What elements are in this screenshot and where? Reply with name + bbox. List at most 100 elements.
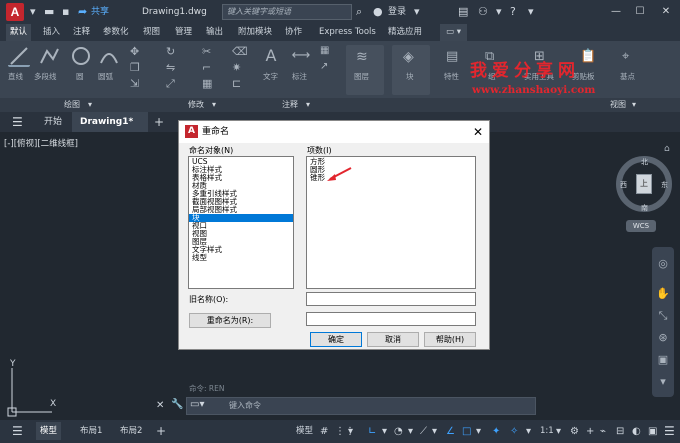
polar-icon[interactable]: ◔ [394, 420, 403, 443]
command-close-icon[interactable]: ✕ [156, 400, 164, 411]
ok-button[interactable]: 确定 [310, 332, 362, 347]
circle-tool-icon[interactable] [70, 45, 92, 67]
close-window-icon[interactable]: ✕ [654, 0, 678, 24]
group-draw-dropdown-icon[interactable]: ▾ [88, 98, 92, 112]
ribbon-toggle-icon[interactable]: ▭ ▾ [440, 24, 467, 41]
polar-dropdown-icon[interactable]: ▾ [408, 420, 413, 443]
login-label[interactable]: 登录 [388, 0, 406, 24]
tab-layout2[interactable]: 布局2 [116, 422, 146, 440]
login-dropdown-icon[interactable]: ▾ [414, 0, 420, 24]
cart-icon[interactable]: ▤ [458, 0, 468, 24]
layers-button[interactable]: ≋ 图层 [346, 45, 384, 95]
layout-menu-icon[interactable]: ☰ [12, 420, 23, 443]
search-input[interactable]: 键入关键字或短语 [222, 4, 352, 20]
annotation-monitor-icon[interactable]: ⌁ [600, 420, 606, 443]
tab-drawing1[interactable]: Drawing1* ✕ [72, 112, 148, 147]
auto-scale-icon[interactable]: ✧ [510, 420, 518, 443]
tab-view[interactable]: 视图 [143, 24, 160, 41]
compass-west[interactable]: 西 [620, 180, 627, 190]
rename-to-field[interactable] [306, 312, 476, 326]
snap-dropdown-icon[interactable]: ▾ [348, 420, 353, 443]
tab-insert[interactable]: 插入 [43, 24, 60, 41]
model-space-button[interactable]: 模型 [296, 420, 313, 443]
table-icon[interactable]: ▦ [320, 45, 329, 56]
grid-icon[interactable]: # [320, 420, 328, 443]
folder-icon[interactable]: ▬ [44, 0, 54, 24]
network-dropdown-icon[interactable]: ▾ [496, 0, 502, 24]
properties-button[interactable]: ▤ 特性 [438, 45, 470, 95]
leader-icon[interactable]: ↗ [320, 61, 328, 72]
save-icon[interactable]: ▪ [62, 0, 69, 24]
viewcube-top[interactable]: 上 [636, 174, 652, 194]
autocad-logo[interactable]: A [6, 3, 24, 21]
compass-south[interactable]: 南 [641, 203, 648, 213]
erase-icon[interactable]: ⌫ [232, 45, 248, 58]
group-annotate-dropdown-icon[interactable]: ▾ [306, 98, 310, 112]
object-snap-dropdown-icon[interactable]: ▾ [476, 420, 481, 443]
annotation-scale[interactable]: 1:1 [540, 420, 554, 443]
share-label[interactable]: 共享 [91, 0, 109, 24]
command-customize-icon[interactable]: 🔧 [171, 399, 183, 410]
dimension-tool-icon[interactable]: ⟷ [290, 45, 312, 67]
tab-parametric[interactable]: 参数化 [103, 24, 129, 41]
rename-to-button[interactable]: 重命名为(R): [189, 313, 271, 328]
object-snap-tracking-icon[interactable]: ∠ [446, 420, 455, 443]
search-icon[interactable]: ⌕ [356, 0, 362, 24]
compass-east[interactable]: 东 [661, 180, 668, 190]
user-icon[interactable]: ● [373, 0, 383, 24]
move-icon[interactable]: ✥ [130, 45, 139, 58]
tab-addins[interactable]: 附加模块 [238, 24, 272, 41]
copy-icon[interactable]: ❐ [130, 61, 140, 74]
tab-model[interactable]: 模型 [36, 422, 62, 440]
plus-icon[interactable]: + [586, 420, 594, 443]
group-draw[interactable]: 绘图 [64, 98, 80, 112]
share-icon[interactable]: ➦ [78, 0, 87, 24]
command-input[interactable]: 键入命令 [229, 398, 261, 414]
named-object-item[interactable]: 局部视图样式 [189, 206, 293, 214]
showmotion-icon[interactable]: ▣ [652, 353, 674, 366]
array-icon[interactable]: ▦ [202, 77, 212, 90]
minimize-icon[interactable]: — [604, 0, 628, 24]
home-view-icon[interactable]: ⌂ [664, 144, 670, 154]
command-prompt-icon[interactable]: ▭▾ [190, 399, 204, 410]
rotate-icon[interactable]: ↻ [166, 45, 175, 58]
help-dropdown-icon[interactable]: ▾ [528, 0, 534, 24]
object-snap-icon[interactable]: □ [462, 420, 471, 443]
tab-featured-apps[interactable]: 精选应用 [388, 24, 422, 41]
maximize-icon[interactable]: ☐ [628, 0, 652, 24]
ortho-dropdown-icon[interactable]: ▾ [382, 420, 387, 443]
fillet-icon[interactable]: ⌐ [202, 61, 211, 74]
network-icon[interactable]: ⚇ [478, 0, 488, 24]
tab-start[interactable]: 开始 [44, 112, 62, 132]
cancel-button[interactable]: 取消 [367, 332, 419, 347]
line-tool-icon[interactable] [8, 45, 30, 67]
tab-default[interactable]: 默认 [6, 24, 32, 41]
clean-screen-icon[interactable]: ▣ [648, 420, 657, 443]
group-view-dropdown-icon[interactable]: ▾ [632, 98, 636, 112]
block-button[interactable]: ◈ 块 [392, 45, 430, 95]
group-modify[interactable]: 修改 [188, 98, 204, 112]
customize-status-icon[interactable]: ☰ [664, 420, 675, 443]
tab-manage[interactable]: 管理 [175, 24, 192, 41]
named-objects-list[interactable]: UCS 标注样式 表格样式 材质 多重引线样式 截面视图样式 局部视图样式块视口 视图 图层 文字… [188, 156, 294, 289]
wcs-menu[interactable]: WCS [626, 220, 656, 232]
trim-icon[interactable]: ✂ [202, 45, 211, 58]
named-object-item[interactable]: 线型 [189, 254, 293, 262]
dialog-close-icon[interactable]: ✕ [467, 121, 489, 143]
isodraft-dropdown-icon[interactable]: ▾ [432, 420, 437, 443]
isolate-objects-icon[interactable]: ◐ [632, 420, 641, 443]
units-icon[interactable]: ⊟ [616, 420, 624, 443]
add-layout-icon[interactable]: + [156, 420, 166, 443]
orbit-icon[interactable]: ⊛ [652, 331, 674, 344]
base-point-button[interactable]: ⌖ 基点 [612, 45, 644, 95]
scale-icon[interactable]: ⤢ [166, 77, 175, 91]
command-line[interactable]: ▭▾ 键入命令 [186, 397, 536, 415]
group-annotate[interactable]: 注释 [282, 98, 298, 112]
group-view[interactable]: 视图 [610, 98, 626, 112]
compass-north[interactable]: 北 [641, 157, 648, 167]
annotation-visibility-icon[interactable]: ✦ [492, 420, 500, 443]
polyline-tool-icon[interactable] [38, 45, 60, 67]
explode-icon[interactable]: ✷ [232, 61, 241, 74]
tab-annotate[interactable]: 注释 [73, 24, 90, 41]
group-modify-dropdown-icon[interactable]: ▾ [212, 98, 216, 112]
